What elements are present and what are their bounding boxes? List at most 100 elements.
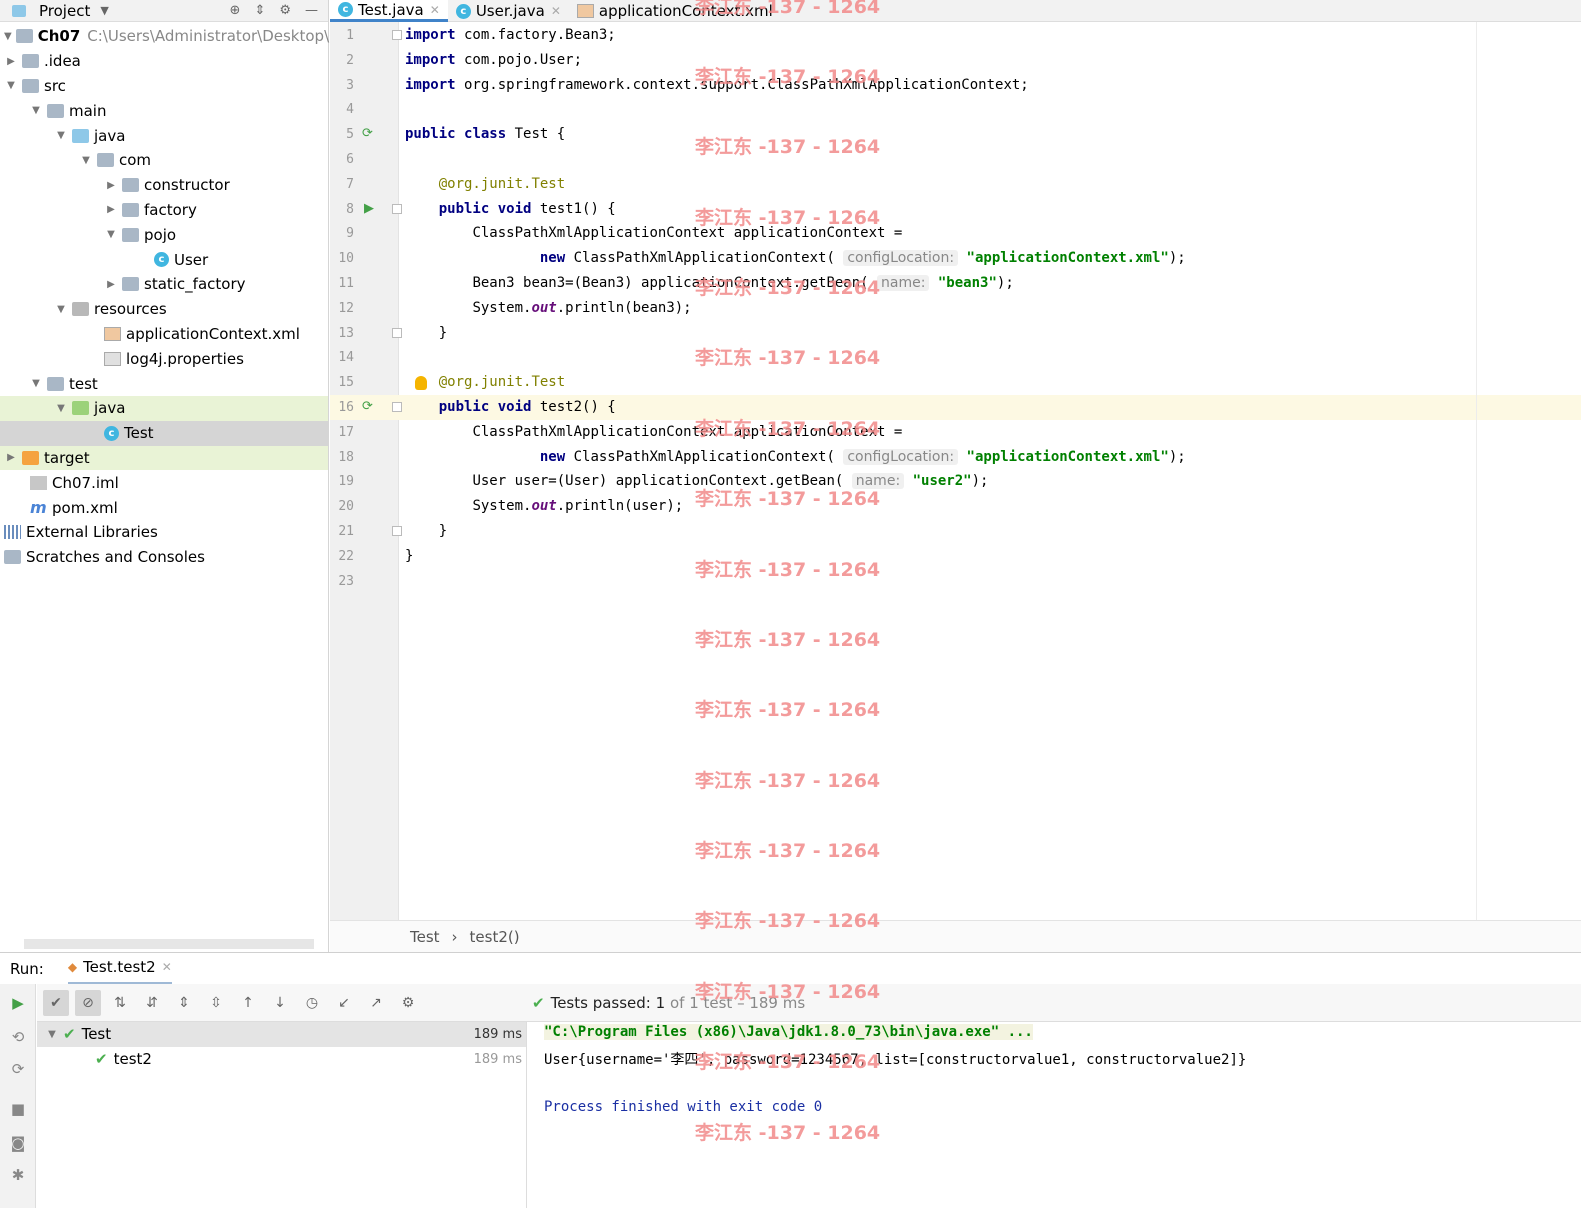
line-number[interactable]: 12 [330, 301, 354, 316]
tree-item-user[interactable]: c User [0, 247, 328, 272]
rerun-failed-icon[interactable]: ⟲ [9, 1028, 27, 1046]
sort-alpha-icon[interactable]: ⇅ [107, 990, 133, 1016]
line-number[interactable]: 13 [330, 326, 354, 341]
line-number[interactable]: 15 [330, 375, 354, 390]
run-tab-test2[interactable]: ◆ Test.test2 ✕ [67, 953, 172, 985]
toggle-autotest-icon[interactable]: ⟳ [9, 1060, 27, 1078]
expand-all-icon[interactable]: ⇕ [171, 990, 197, 1016]
chevron-down-icon[interactable]: ▼ [100, 4, 108, 17]
tree-item-constructor[interactable]: ▶ constructor [0, 173, 328, 198]
tree-item-test-java[interactable]: ▼ java [0, 395, 328, 421]
tree-item-static-factory[interactable]: ▶ static_factory [0, 272, 328, 297]
next-test-icon[interactable]: ↓ [267, 990, 293, 1016]
camera-icon[interactable]: ◙ [9, 1134, 27, 1152]
line-number[interactable]: 4 [330, 102, 354, 117]
line-number[interactable]: 14 [330, 350, 354, 365]
history-icon[interactable]: ◷ [299, 990, 325, 1016]
line-number[interactable]: 19 [330, 474, 354, 489]
show-ignored-icon[interactable]: ⊘ [75, 989, 101, 1016]
tree-item-main[interactable]: ▼ main [0, 98, 328, 123]
tree-item-java[interactable]: ▼ java [0, 123, 328, 148]
breadcrumb-class[interactable]: Test [410, 928, 440, 946]
line-number[interactable]: 2 [330, 53, 354, 68]
chevron-right-icon[interactable]: ▶ [104, 180, 118, 191]
chevron-down-icon[interactable]: ▼ [79, 155, 93, 166]
line-number[interactable]: 5 [330, 127, 354, 142]
console-output[interactable]: "C:\Program Files (x86)\Java\jdk1.8.0_73… [528, 1022, 1581, 1208]
chevron-down-icon[interactable]: ▼ [4, 80, 18, 91]
line-number[interactable]: 9 [330, 226, 354, 241]
hide-icon[interactable]: — [305, 3, 318, 18]
line-number[interactable]: 11 [330, 276, 354, 291]
chevron-down-icon[interactable]: ▼ [54, 403, 68, 414]
sort-duration-icon[interactable]: ⇵ [139, 990, 165, 1016]
import-tests-icon[interactable]: ↙ [331, 990, 357, 1016]
chevron-down-icon[interactable]: ▼ [45, 1029, 59, 1040]
chevron-down-icon[interactable]: ▼ [29, 105, 43, 116]
tab-applicationcontext-xml[interactable]: applicationContext.xml [569, 0, 781, 22]
close-icon[interactable]: ✕ [430, 3, 440, 17]
chevron-right-icon[interactable]: ▶ [104, 204, 118, 215]
tree-item-applicationcontext[interactable]: applicationContext.xml [0, 322, 328, 347]
line-number[interactable]: 1 [330, 28, 354, 43]
tree-item-log4j[interactable]: log4j.properties [0, 346, 328, 371]
show-passed-icon[interactable]: ✔ [43, 989, 69, 1016]
tree-item-ch07[interactable]: ▼ Ch07 C:\Users\Administrator\Desktop\Ch [0, 24, 349, 49]
gear-icon[interactable]: ⚙ [279, 3, 291, 18]
gear-icon[interactable]: ⚙ [395, 990, 421, 1016]
chevron-right-icon[interactable]: ▶ [104, 279, 118, 290]
tree-item-target[interactable]: ▶ target [0, 445, 328, 471]
line-number[interactable]: 21 [330, 524, 354, 539]
tab-test-java[interactable]: c Test.java ✕ [330, 0, 448, 22]
chevron-down-icon[interactable]: ▼ [4, 31, 12, 42]
chevron-down-icon[interactable]: ▼ [29, 378, 43, 389]
tree-item-test[interactable]: ▼ test [0, 371, 328, 396]
test-node-class[interactable]: ▼ ✔ Test 189 ms [37, 1022, 526, 1047]
stop-icon[interactable]: ■ [9, 1100, 27, 1118]
tree-item-ch07-iml[interactable]: Ch07.iml [0, 470, 328, 495]
collapse-all-icon[interactable]: ⇳ [203, 990, 229, 1016]
tab-user-java[interactable]: c User.java ✕ [448, 0, 569, 22]
export-tests-icon[interactable]: ↗ [363, 990, 389, 1016]
line-number[interactable]: 16 [330, 400, 354, 415]
pin-icon[interactable]: ✱ [9, 1166, 27, 1184]
close-icon[interactable]: ✕ [551, 4, 561, 18]
run-test-icon[interactable]: ▶ [364, 201, 374, 216]
tree-item-resources[interactable]: ▼ resources [0, 297, 328, 322]
chevron-right-icon[interactable]: ▶ [4, 56, 18, 67]
line-number[interactable]: 22 [330, 549, 354, 564]
tree-item-pom[interactable]: m pom.xml [0, 495, 328, 520]
line-number[interactable]: 3 [330, 78, 354, 93]
previous-test-icon[interactable]: ↑ [235, 990, 261, 1016]
tree-item-com[interactable]: ▼ com [0, 148, 328, 173]
line-number[interactable]: 7 [330, 177, 354, 192]
run-test-icon[interactable]: ⟳ [362, 399, 373, 414]
line-number[interactable]: 18 [330, 450, 354, 465]
line-number[interactable]: 23 [330, 574, 354, 589]
collapse-all-icon[interactable]: ⇕ [254, 3, 265, 18]
tree-item-idea[interactable]: ▶ .idea [0, 49, 328, 74]
tree-item-external-libraries[interactable]: External Libraries [0, 520, 328, 545]
chevron-right-icon[interactable]: ▶ [4, 452, 18, 463]
tree-item-scratches[interactable]: Scratches and Consoles [0, 545, 328, 570]
line-number[interactable]: 6 [330, 152, 354, 167]
chevron-down-icon[interactable]: ▼ [54, 130, 68, 141]
line-number[interactable]: 10 [330, 251, 354, 266]
close-icon[interactable]: ✕ [162, 960, 172, 974]
chevron-down-icon[interactable]: ▼ [54, 304, 68, 315]
chevron-down-icon[interactable]: ▼ [104, 229, 118, 240]
tree-item-src[interactable]: ▼ src [0, 74, 328, 99]
test-node-method[interactable]: ✔ test2 189 ms [37, 1047, 526, 1072]
rerun-icon[interactable]: ▶ [9, 994, 27, 1012]
line-number[interactable]: 17 [330, 425, 354, 440]
run-class-icon[interactable]: ⟳ [362, 126, 373, 141]
horizontal-scrollbar[interactable] [24, 939, 314, 949]
project-title[interactable]: Project [39, 2, 90, 20]
line-number[interactable]: 20 [330, 499, 354, 514]
breadcrumb-method[interactable]: test2() [470, 928, 520, 946]
tree-item-factory[interactable]: ▶ factory [0, 198, 328, 223]
locate-icon[interactable]: ⊕ [230, 3, 241, 18]
line-number[interactable]: 8 [330, 202, 354, 217]
tree-item-pojo[interactable]: ▼ pojo [0, 222, 328, 247]
tree-item-test-class[interactable]: c Test [0, 420, 328, 446]
